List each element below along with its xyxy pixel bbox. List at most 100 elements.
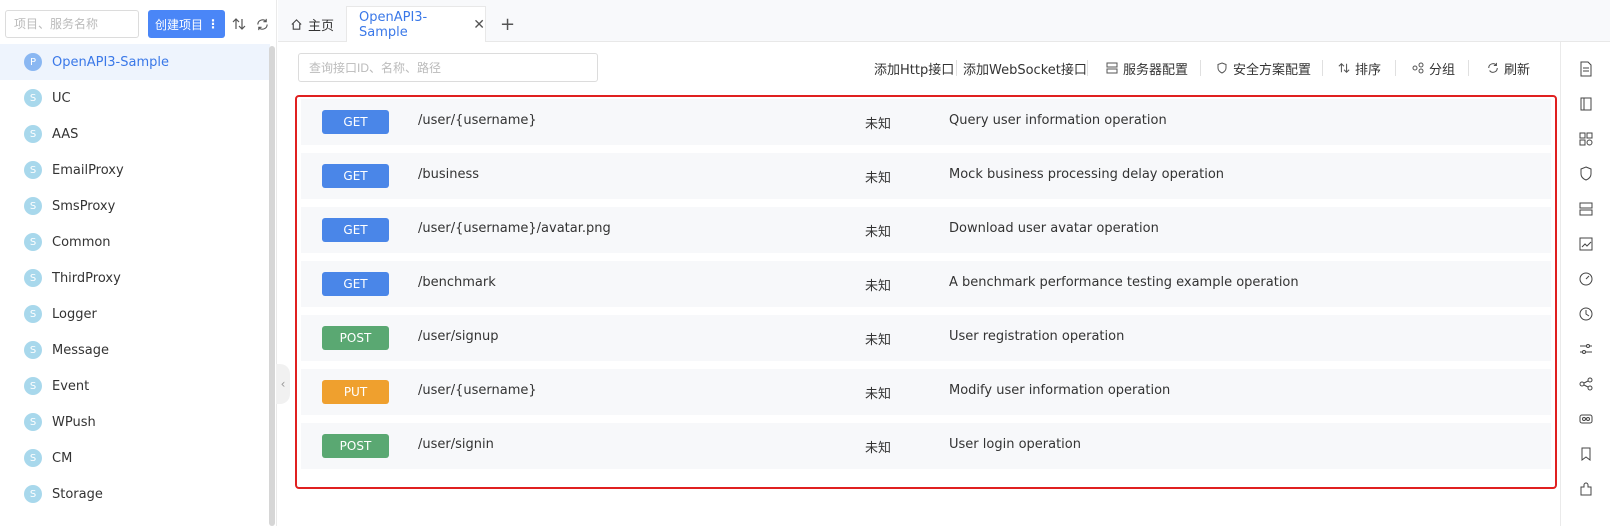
sidebar-project-item[interactable]: S Common <box>0 224 270 260</box>
sidebar-project-item[interactable]: S AAS <box>0 116 270 152</box>
apps-icon[interactable] <box>1578 131 1594 147</box>
project-badge: S <box>24 125 42 143</box>
api-description: A benchmark performance testing example … <box>949 275 1299 290</box>
collapse-sidebar-handle[interactable]: ‹ <box>276 364 290 404</box>
divider <box>956 60 957 76</box>
api-status: 未知 <box>865 333 892 348</box>
shield-icon[interactable] <box>1578 166 1594 182</box>
method-badge: GET <box>322 218 389 242</box>
group-label: 分组 <box>1429 62 1456 78</box>
add-http-api-button[interactable]: 添加Http接口 <box>874 59 955 78</box>
sidebar-project-item[interactable]: S SmsProxy <box>0 188 270 224</box>
sort-label: 排序 <box>1355 62 1382 78</box>
project-badge: S <box>24 269 42 287</box>
api-row[interactable]: GET/user/{username}/avatar.png 未知 Download… <box>301 207 1551 253</box>
document-icon[interactable] <box>1578 61 1594 77</box>
api-row[interactable]: PUT/user/{username} 未知 Modify user informa… <box>301 369 1551 415</box>
tab-openapi3-label: OpenAPI3-Sample <box>359 9 428 40</box>
project-badge: S <box>24 161 42 179</box>
api-status: 未知 <box>865 225 892 240</box>
plugin-icon[interactable] <box>1578 481 1594 497</box>
sort-icon <box>1338 62 1350 74</box>
sidebar-project-item[interactable]: S Storage <box>0 476 270 512</box>
project-name: Message <box>52 342 109 358</box>
sliders-icon[interactable] <box>1578 341 1594 357</box>
sidebar-project-item[interactable]: S ThirdProxy <box>0 260 270 296</box>
project-name: Event <box>52 378 90 394</box>
project-search-input[interactable] <box>5 10 139 38</box>
add-http-api-label: 添加Http接口 <box>874 62 955 78</box>
close-icon[interactable]: ✕ <box>473 17 485 33</box>
server-icon <box>1106 62 1118 74</box>
api-row[interactable]: GET/user/{username} 未知 Query user informat… <box>301 99 1551 145</box>
tabs-bar: 主页 OpenAPI3-Sample ✕ + <box>278 0 1610 42</box>
server-config-button[interactable]: 服务器配置 <box>1106 59 1188 78</box>
security-config-label: 安全方案配置 <box>1233 62 1312 78</box>
chart-icon[interactable] <box>1578 236 1594 252</box>
project-badge: S <box>24 485 42 503</box>
sidebar-project-item[interactable]: P OpenAPI3-Sample <box>0 44 270 80</box>
project-name: Common <box>52 234 111 250</box>
project-name: ThirdProxy <box>52 270 121 286</box>
api-status: 未知 <box>865 441 892 456</box>
project-badge: S <box>24 341 42 359</box>
group-button[interactable]: 分组 <box>1412 59 1456 78</box>
project-name: SmsProxy <box>52 198 116 214</box>
create-project-button[interactable]: 创建项目 ⋮ <box>148 10 225 38</box>
refresh-icon[interactable] <box>253 14 271 34</box>
api-status: 未知 <box>865 387 892 402</box>
project-badge: S <box>24 197 42 215</box>
api-path: /user/signin <box>418 437 494 452</box>
book-icon[interactable] <box>1578 96 1594 112</box>
sidebar: 创建项目 ⋮ P OpenAPI3-Sample S UC S AAS S EmailProx… <box>0 0 277 526</box>
project-name: WPush <box>52 414 96 430</box>
tab-home[interactable]: 主页 <box>290 6 334 42</box>
add-websocket-api-button[interactable]: 添加WebSocket接口 <box>963 59 1087 78</box>
gauge-icon[interactable] <box>1578 271 1594 287</box>
api-path: /business <box>418 167 480 182</box>
api-path: /user/signup <box>418 329 499 344</box>
refresh-button[interactable]: 刷新 <box>1487 59 1531 78</box>
sidebar-project-item[interactable]: S Logger <box>0 296 270 332</box>
add-websocket-api-label: 添加WebSocket接口 <box>963 62 1087 78</box>
project-name: UC <box>52 90 71 106</box>
create-project-label: 创建项目 <box>154 17 203 32</box>
add-tab-icon[interactable]: + <box>500 6 515 42</box>
mock-icon[interactable] <box>1578 411 1594 427</box>
share-icon[interactable] <box>1578 376 1594 392</box>
server-icon[interactable] <box>1578 201 1594 217</box>
project-badge: S <box>24 377 42 395</box>
security-config-button[interactable]: 安全方案配置 <box>1216 59 1312 78</box>
sidebar-project-item[interactable]: S EmailProxy <box>0 152 270 188</box>
sidebar-project-item[interactable]: S WPush <box>0 404 270 440</box>
api-description: User registration operation <box>949 329 1125 344</box>
api-status: 未知 <box>865 117 892 132</box>
api-row[interactable]: POST/user/signin 未知 User login operation <box>301 423 1551 469</box>
refresh-label: 刷新 <box>1504 62 1531 78</box>
sort-icon[interactable] <box>230 14 248 34</box>
api-row[interactable]: GET/business 未知 Mock business processing d… <box>301 153 1551 199</box>
group-icon <box>1412 62 1424 74</box>
project-name: CM <box>52 450 73 466</box>
sidebar-project-item[interactable]: S Message <box>0 332 270 368</box>
home-icon <box>291 18 302 30</box>
tab-openapi3-sample[interactable]: OpenAPI3-Sample ✕ <box>346 6 486 42</box>
api-search-input[interactable] <box>298 53 598 82</box>
sidebar-project-item[interactable]: S CM <box>0 440 270 476</box>
divider <box>1322 60 1323 76</box>
sort-button[interactable]: 排序 <box>1338 59 1382 78</box>
method-badge: PUT <box>322 380 389 404</box>
shield-icon <box>1217 62 1227 74</box>
api-row[interactable]: GET/benchmark 未知 A benchmark performance t… <box>301 261 1551 307</box>
project-name: Logger <box>52 306 97 322</box>
clock-icon[interactable] <box>1578 306 1594 322</box>
sidebar-project-item[interactable]: S UC <box>0 80 270 116</box>
project-name: AAS <box>52 126 79 142</box>
bookmark-icon[interactable] <box>1578 446 1594 462</box>
api-row[interactable]: POST/user/signup 未知 User registration oper… <box>301 315 1551 361</box>
project-badge: S <box>24 449 42 467</box>
project-list: P OpenAPI3-Sample S UC S AAS S EmailProxy S SmsPr… <box>0 44 270 512</box>
sidebar-project-item[interactable]: S Event <box>0 368 270 404</box>
api-description: User login operation <box>949 437 1081 452</box>
sidebar-scrollbar[interactable] <box>269 46 275 526</box>
